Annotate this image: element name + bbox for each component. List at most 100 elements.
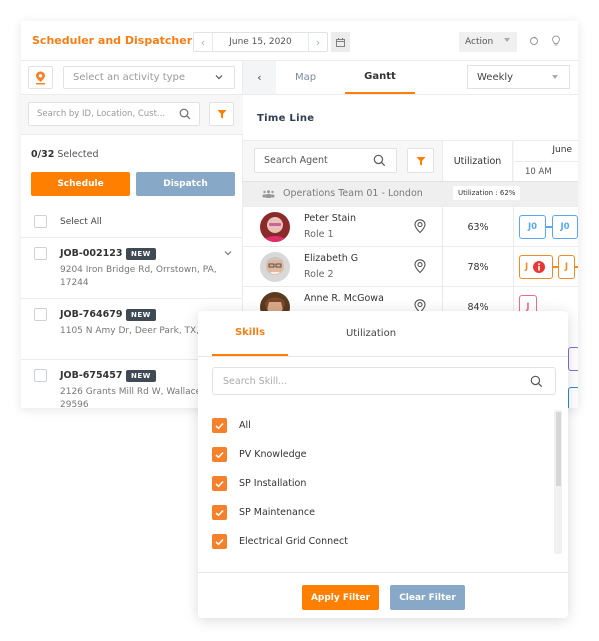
agent-search-placeholder: Search Agent xyxy=(264,155,328,166)
agent-timeline: J0 J0 xyxy=(515,207,578,247)
agent-filter-button[interactable] xyxy=(407,148,434,173)
clear-filter-button[interactable]: Clear Filter xyxy=(390,585,465,610)
prev-date-button[interactable]: ‹ xyxy=(194,33,213,51)
tab-map[interactable]: Map xyxy=(283,61,328,94)
skill-option[interactable]: PV Knowledge xyxy=(212,440,542,469)
job-chip-label: J xyxy=(525,262,529,272)
avatar xyxy=(260,252,290,282)
location-pin-icon[interactable] xyxy=(414,219,426,234)
new-badge: NEW xyxy=(126,309,156,321)
action-dropdown[interactable]: Action xyxy=(459,32,517,52)
activity-type-select[interactable]: Select an activity type xyxy=(63,66,235,89)
skill-checkbox[interactable] xyxy=(212,505,227,520)
skill-search-placeholder: Search Skill... xyxy=(223,375,288,387)
skill-checkbox[interactable] xyxy=(212,418,227,433)
action-label: Action xyxy=(465,37,494,47)
job-chip[interactable]: J xyxy=(519,255,553,279)
chevron-down-icon[interactable] xyxy=(223,248,233,258)
job-search-bar: Search by ID, Location, Cust... xyxy=(21,95,243,135)
agent-row[interactable]: Elizabeth G Role 2 78% J J xyxy=(243,246,578,287)
team-label: Operations Team 01 - London xyxy=(283,188,423,199)
job-address: 9204 Iron Bridge Rd, Orrstown, PA, 17244 xyxy=(60,265,217,288)
agent-search-input[interactable]: Search Agent xyxy=(254,148,397,173)
dispatch-button[interactable]: Dispatch xyxy=(136,172,235,196)
job-chip[interactable]: J0 xyxy=(552,215,578,239)
lightbulb-icon xyxy=(552,35,560,46)
app-header: Scheduler and Dispatcher ‹ June 15, 2020… xyxy=(21,21,578,61)
job-search-input[interactable]: Search by ID, Location, Cust... xyxy=(28,102,200,126)
checkmark-icon xyxy=(215,509,224,516)
map-pin-icon xyxy=(36,71,45,84)
caret-down-icon xyxy=(552,75,558,79)
job-checkbox[interactable] xyxy=(34,247,47,260)
select-all-checkbox[interactable] xyxy=(34,215,47,228)
job-list-item[interactable]: JOB-002123 NEW 9204 Iron Bridge Rd, Orrs… xyxy=(21,237,243,298)
search-icon xyxy=(530,375,543,388)
job-chip[interactable] xyxy=(568,387,578,408)
skills-list: All PV Knowledge SP Installation SP Main… xyxy=(212,411,542,556)
tab-utilization[interactable]: Utilization xyxy=(328,311,414,356)
skills-filter-popup: Skills Utilization Search Skill... All P… xyxy=(198,311,568,618)
skill-checkbox[interactable] xyxy=(212,534,227,549)
agent-utilization: 63% xyxy=(442,207,514,247)
team-name: Operations Team 01 - London xyxy=(262,188,423,199)
agent-name: Elizabeth G xyxy=(304,253,359,264)
section-title: Time Line xyxy=(257,113,315,124)
alert-info-icon xyxy=(533,261,546,273)
job-checkbox[interactable] xyxy=(34,369,47,382)
job-chip[interactable]: J0 xyxy=(519,215,546,239)
select-all-row: Select All xyxy=(34,215,102,228)
date-navigator: ‹ June 15, 2020 › xyxy=(193,32,328,52)
job-id: JOB-675457 xyxy=(60,370,123,381)
job-link xyxy=(575,266,578,268)
skill-label: SP Maintenance xyxy=(239,507,315,518)
location-toggle-button[interactable] xyxy=(28,66,53,89)
job-filter-button[interactable] xyxy=(209,102,234,126)
refresh-button[interactable] xyxy=(526,33,542,49)
skill-option[interactable]: Electrical Grid Connect xyxy=(212,527,542,556)
collapse-panel-button[interactable]: ‹ xyxy=(243,61,276,94)
skill-label: SP Installation xyxy=(239,478,307,489)
search-icon xyxy=(179,108,191,120)
next-date-button[interactable]: › xyxy=(308,33,327,51)
gantt-header: Search Agent Utilization June 10 AM xyxy=(243,140,578,182)
skill-checkbox[interactable] xyxy=(212,476,227,491)
agent-timeline: J J xyxy=(515,247,578,287)
skills-scrollbar-thumb[interactable] xyxy=(556,412,561,486)
location-pin-icon[interactable] xyxy=(414,259,426,274)
team-separator: - xyxy=(381,188,385,199)
team-group-row[interactable]: Operations Team 01 - London Utilization … xyxy=(243,181,578,206)
current-date[interactable]: June 15, 2020 xyxy=(213,37,308,47)
skill-search-input[interactable]: Search Skill... xyxy=(212,367,556,395)
agent-role: Role 1 xyxy=(304,229,334,240)
job-chip[interactable]: J xyxy=(558,255,575,279)
agent-row[interactable]: Peter Stain Role 1 63% J0 J0 xyxy=(243,206,578,247)
view-select[interactable]: Weekly xyxy=(467,65,570,89)
checkmark-icon xyxy=(215,422,224,429)
skill-option[interactable]: All xyxy=(212,411,542,440)
divider xyxy=(243,94,578,95)
tab-gantt[interactable]: Gantt xyxy=(345,61,415,94)
schedule-button[interactable]: Schedule xyxy=(31,172,130,196)
filter-icon xyxy=(416,156,425,165)
skill-option[interactable]: SP Maintenance xyxy=(212,498,542,527)
team-location: London xyxy=(387,188,423,199)
agent-utilization: 78% xyxy=(442,247,514,287)
tab-skills[interactable]: Skills xyxy=(212,311,288,356)
search-icon xyxy=(373,154,386,167)
selected-count: 0/32 Selected xyxy=(31,149,99,160)
agent-name: Peter Stain xyxy=(304,213,356,224)
selected-count-label: Selected xyxy=(57,149,99,160)
agent-role: Role 2 xyxy=(304,269,334,280)
job-chip[interactable] xyxy=(568,347,578,371)
apply-filter-button[interactable]: Apply Filter xyxy=(302,585,379,610)
job-checkbox[interactable] xyxy=(34,308,47,321)
timeline-date-header: June 10 AM xyxy=(514,141,578,182)
chevron-down-icon xyxy=(215,75,223,80)
skill-option[interactable]: SP Installation xyxy=(212,469,542,498)
calendar-button[interactable] xyxy=(331,32,350,52)
tips-button[interactable] xyxy=(548,33,564,49)
job-search-placeholder: Search by ID, Location, Cust... xyxy=(37,109,166,119)
caret-down-icon xyxy=(504,38,510,42)
skill-checkbox[interactable] xyxy=(212,447,227,462)
